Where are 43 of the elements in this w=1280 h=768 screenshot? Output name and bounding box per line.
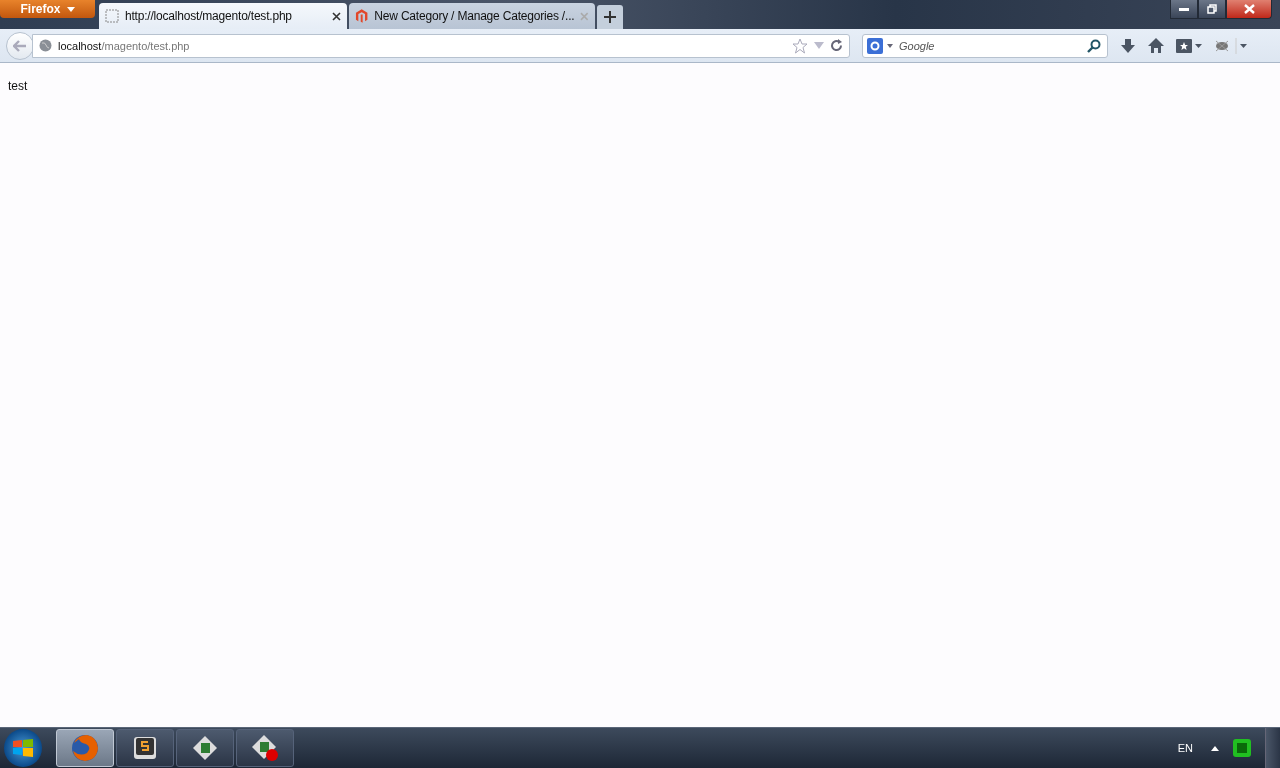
close-icon bbox=[1243, 4, 1255, 14]
minimize-icon bbox=[1179, 7, 1189, 11]
taskbar-button[interactable] bbox=[176, 729, 234, 767]
bookmarks-icon[interactable] bbox=[1176, 38, 1202, 53]
taskbar-button[interactable] bbox=[236, 729, 294, 767]
close-button[interactable] bbox=[1226, 0, 1272, 19]
app-square-icon bbox=[133, 736, 157, 760]
globe-icon bbox=[39, 39, 52, 52]
start-button[interactable] bbox=[4, 729, 42, 767]
tab-title: http://localhost/magento/test.php bbox=[125, 9, 293, 23]
tray-app-icon[interactable] bbox=[1233, 739, 1251, 757]
diamond-sheet-icon bbox=[192, 735, 218, 761]
taskbar-button[interactable] bbox=[56, 729, 114, 767]
windows-logo-icon bbox=[12, 738, 34, 758]
site-logo-icon bbox=[355, 9, 369, 23]
star-icon[interactable] bbox=[792, 37, 808, 54]
restore-button[interactable] bbox=[1198, 0, 1226, 19]
address-field[interactable]: localhost/magento/test.php bbox=[32, 33, 850, 58]
search-input[interactable]: Google bbox=[897, 38, 1083, 53]
search-engine-icon[interactable] bbox=[867, 37, 883, 54]
reload-icon[interactable] bbox=[830, 39, 843, 52]
taskbar-button[interactable] bbox=[116, 729, 174, 767]
minimize-button[interactable] bbox=[1170, 0, 1198, 19]
download-arrow-icon[interactable] bbox=[1120, 37, 1136, 54]
browser-tab[interactable]: http://localhost/magento/test.php bbox=[99, 3, 347, 29]
restore-icon bbox=[1207, 4, 1217, 14]
plus-icon bbox=[604, 11, 616, 23]
back-arrow-icon bbox=[13, 39, 27, 52]
page-text: test bbox=[8, 79, 28, 93]
browser-tab[interactable]: New Category / Manage Categories /... bbox=[349, 3, 595, 29]
caret-icon bbox=[887, 43, 893, 48]
tab-title: New Category / Manage Categories /... bbox=[374, 9, 575, 23]
search-field[interactable]: Google bbox=[862, 33, 1108, 58]
new-tab-button[interactable] bbox=[597, 5, 623, 29]
blank-page-icon bbox=[105, 9, 119, 23]
home-icon[interactable] bbox=[1148, 38, 1164, 53]
caret-icon bbox=[66, 6, 75, 12]
show-hidden-icons-icon[interactable] bbox=[1211, 745, 1219, 751]
language-indicator[interactable]: EN bbox=[1177, 742, 1193, 754]
close-icon[interactable] bbox=[332, 11, 341, 21]
diamond-record-icon bbox=[251, 734, 279, 762]
globe-fox-icon bbox=[70, 733, 100, 763]
search-icon[interactable] bbox=[1087, 38, 1101, 53]
